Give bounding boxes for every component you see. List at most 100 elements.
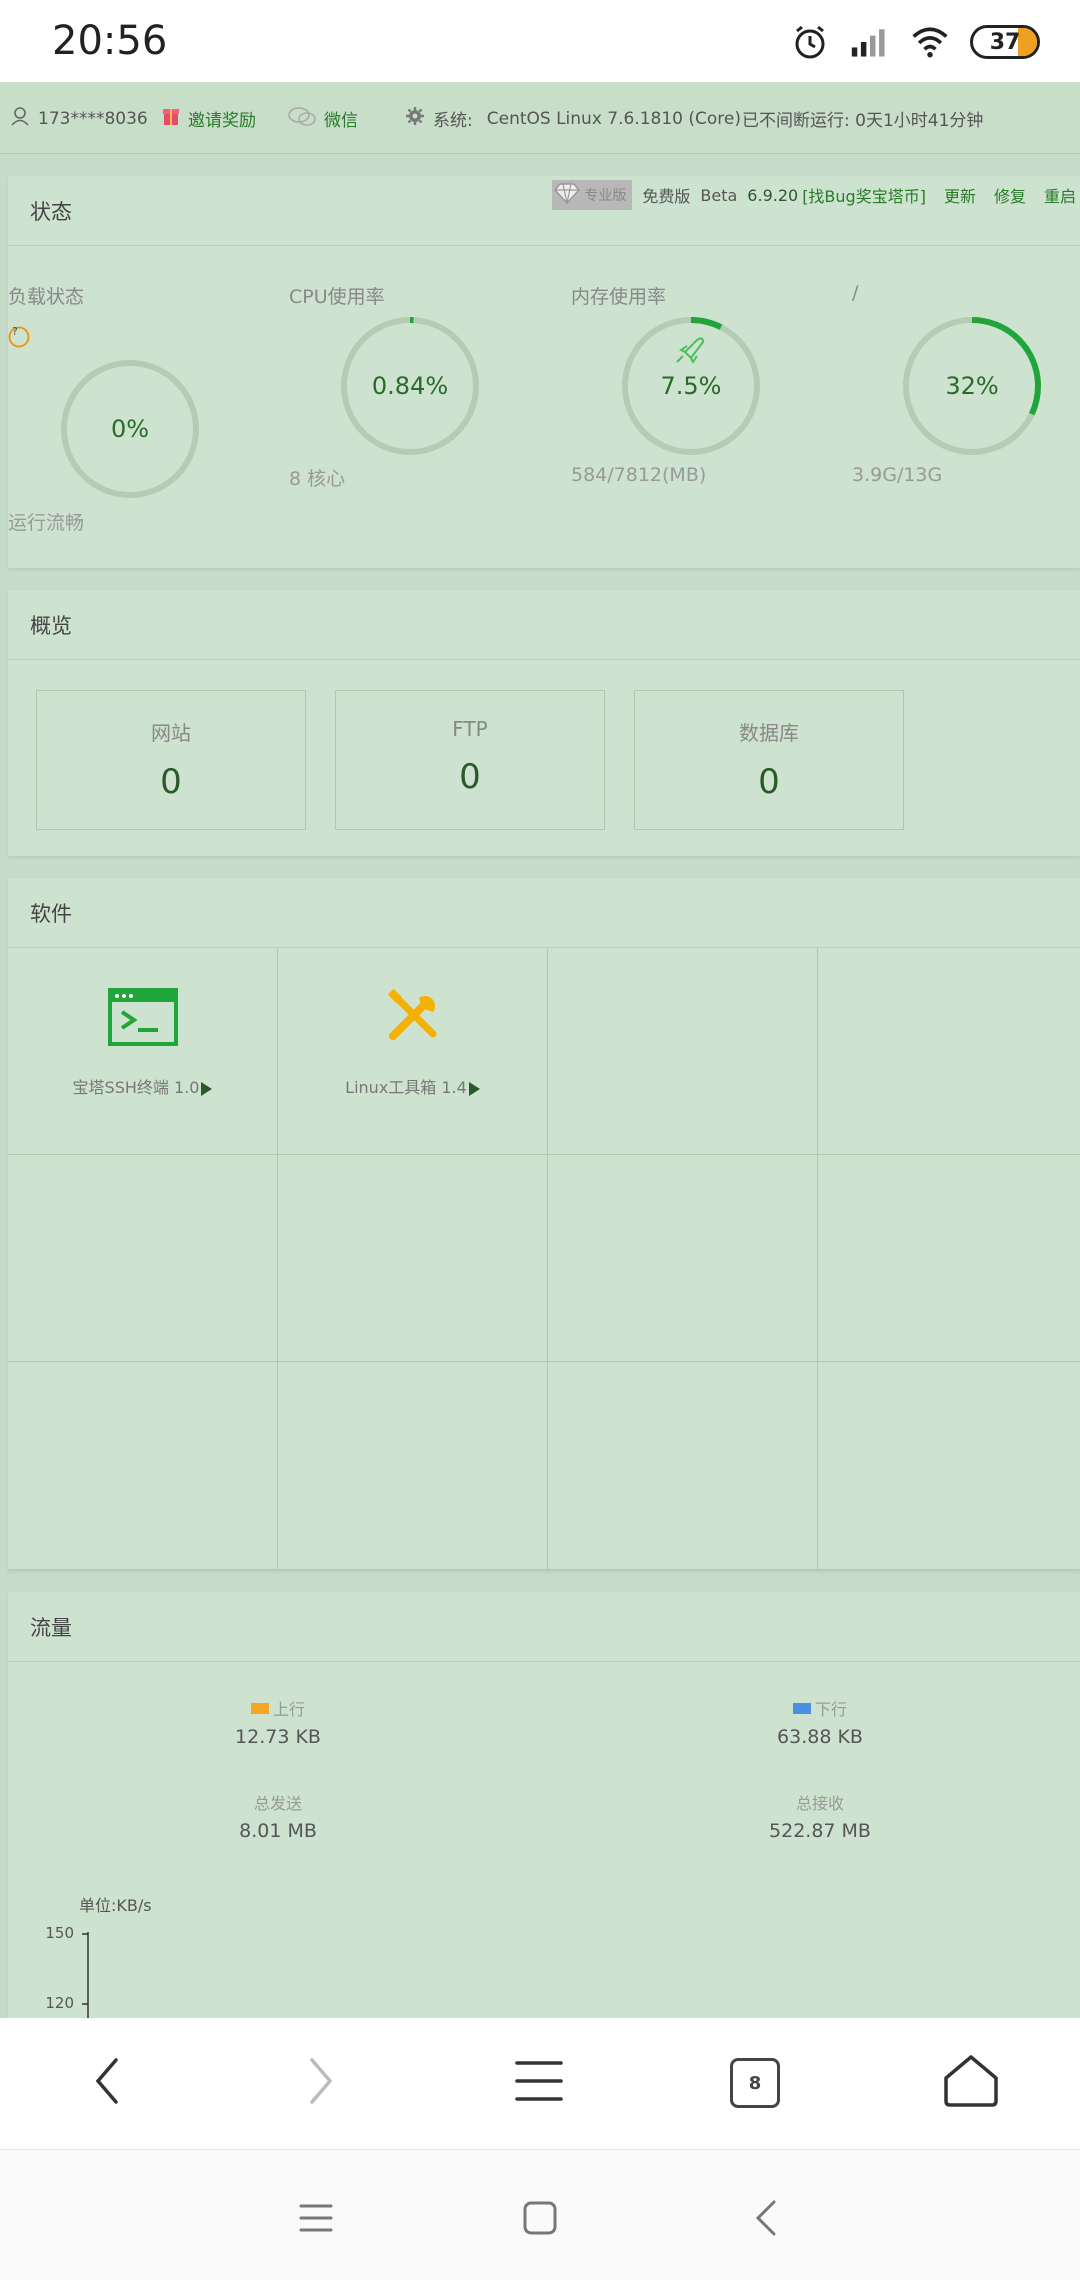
memory-gauge[interactable]: 7.5% — [619, 314, 763, 458]
status-bar: 20:56 37 — [0, 0, 1080, 82]
panel-title: 软件 — [30, 901, 72, 926]
download-value: 63.88 KB — [777, 1726, 863, 1748]
software-slot-empty — [8, 1362, 278, 1570]
load-value: 0% — [110, 415, 150, 443]
system-label: 系统: — [433, 111, 473, 131]
wechat-link[interactable]: 微信 — [288, 106, 358, 131]
free-label: 免费版 — [642, 187, 691, 206]
overview-panel-header: 概览 — [8, 590, 1080, 660]
home-icon — [942, 2054, 1000, 2112]
memory-gauge-section: 内存使用率 — [571, 282, 831, 309]
wechat-label: 微信 — [324, 111, 358, 131]
overview-label: FTP — [452, 717, 488, 741]
square-icon — [523, 2201, 557, 2239]
overview-ftp[interactable]: FTP 0 — [335, 690, 605, 830]
gauge-title-memory: 内存使用率 — [571, 286, 667, 308]
wifi-icon — [910, 22, 950, 62]
invite-link[interactable]: 邀请奖励 — [162, 106, 256, 131]
overview-count: 0 — [758, 762, 780, 802]
total-sent-label: 总发送 — [253, 1794, 302, 1813]
status-panel-header: 状态 专业版 免费版 Beta 6.9.20 [找Bug奖宝塔币] 更新 修复 … — [8, 176, 1080, 246]
user-account[interactable]: 173****8036 — [10, 106, 148, 131]
total-recv-stat: 总接收 522.87 MB — [670, 1790, 970, 1842]
software-slot-empty — [548, 948, 818, 1155]
chart-y-axis — [82, 1932, 89, 2018]
menu-icon — [515, 2059, 563, 2107]
download-stat: 下行 63.88 KB — [670, 1696, 970, 1748]
disk-gauge[interactable]: 32% — [900, 314, 1044, 458]
restart-link[interactable]: 重启 — [1044, 183, 1076, 207]
upload-label: 上行 — [272, 1700, 305, 1719]
gauge-title-cpu: CPU使用率 — [289, 286, 385, 308]
panel-title: 状态 — [30, 199, 72, 224]
traffic-panel-header: 流量 — [8, 1592, 1080, 1662]
terminal-icon — [107, 988, 178, 1050]
load-status: 运行流畅 — [8, 512, 85, 534]
wechat-icon — [288, 106, 316, 131]
cpu-gauge[interactable]: 0.84% — [338, 314, 482, 458]
system-info: 系统: CentOS Linux 7.6.1810 (Core) — [405, 106, 741, 131]
system-nav-bar — [0, 2150, 1080, 2280]
menu-icon — [299, 2203, 333, 2237]
gauge-title-load: 负载状态 — [8, 286, 85, 308]
repair-link[interactable]: 修复 — [994, 183, 1026, 207]
upload-legend-swatch — [250, 1702, 269, 1714]
battery-level: 37 — [989, 29, 1021, 55]
software-name: 宝塔SSH终端 1.0 — [72, 1078, 200, 1097]
overview-count: 0 — [160, 762, 182, 802]
back-icon — [754, 2200, 778, 2240]
bug-bounty-link[interactable]: [找Bug奖宝塔币] — [802, 183, 926, 207]
disk-usage: 3.9G/13G — [852, 464, 943, 486]
server-info-bar: 173****8036 邀请奖励 微信 系统: CentOS Linux 7.6… — [0, 82, 1080, 154]
y-tick-label: 120 — [45, 1994, 74, 2012]
upload-value: 12.73 KB — [235, 1726, 321, 1748]
tabs-icon: 8 — [730, 2058, 780, 2108]
overview-count: 0 — [459, 757, 481, 797]
upload-stat: 上行 12.73 KB — [128, 1696, 428, 1748]
back-button[interactable] — [72, 2048, 142, 2118]
software-slot-empty — [548, 1155, 818, 1362]
software-slot-empty — [818, 1155, 1080, 1362]
download-legend-swatch — [792, 1702, 811, 1714]
alarm-icon — [790, 22, 830, 62]
home-nav-button[interactable] — [510, 2190, 570, 2250]
tabs-button[interactable]: 8 — [720, 2048, 790, 2118]
software-linux-tools[interactable]: Linux工具箱 1.4 — [278, 948, 548, 1155]
software-slot-empty — [278, 1155, 548, 1362]
menu-button[interactable] — [504, 2048, 574, 2118]
diamond-icon — [554, 182, 581, 208]
load-gauge-section: 负载状态 — [8, 282, 268, 309]
overview-databases[interactable]: 数据库 0 — [634, 690, 904, 830]
y-tick-label: 150 — [45, 1924, 74, 1942]
gauge-title-disk: / — [852, 282, 859, 304]
back-nav-button[interactable] — [736, 2190, 796, 2250]
recent-apps-button[interactable] — [286, 2190, 346, 2250]
forward-button[interactable] — [286, 2048, 356, 2118]
help-icon[interactable]: ? — [8, 325, 30, 352]
play-icon[interactable] — [201, 1081, 213, 1096]
battery-icon: 37 — [970, 25, 1040, 59]
total-recv-label: 总接收 — [795, 1794, 844, 1813]
memory-value: 7.5% — [660, 372, 722, 400]
play-icon[interactable] — [468, 1081, 480, 1096]
uptime: 已不间断运行: 0天1小时41分钟 — [742, 111, 984, 131]
panel-title: 流量 — [30, 1615, 72, 1640]
overview-websites[interactable]: 网站 0 — [36, 690, 306, 830]
user-phone: 173****8036 — [38, 108, 148, 129]
total-sent-value: 8.01 MB — [239, 1820, 317, 1842]
beta-label: Beta — [700, 185, 738, 205]
cpu-cores: 8 核心 — [289, 468, 346, 490]
load-gauge[interactable]: 0% — [58, 357, 202, 501]
overview-label: 网站 — [151, 721, 191, 745]
svg-text:?: ? — [12, 326, 18, 338]
panel-title: 概览 — [30, 613, 72, 638]
home-button[interactable] — [936, 2048, 1006, 2118]
software-ssh-terminal[interactable]: 宝塔SSH终端 1.0 — [8, 948, 278, 1155]
update-link[interactable]: 更新 — [944, 183, 976, 207]
back-icon — [92, 2056, 122, 2110]
pro-badge[interactable]: 专业版 — [552, 180, 633, 210]
version-bar: 专业版 免费版 Beta 6.9.20 [找Bug奖宝塔币] 更新 修复 重启 — [552, 180, 1076, 210]
disk-gauge-section: / — [852, 282, 1080, 304]
version-number: 6.9.20 — [747, 185, 799, 205]
signal-icon — [850, 22, 890, 62]
